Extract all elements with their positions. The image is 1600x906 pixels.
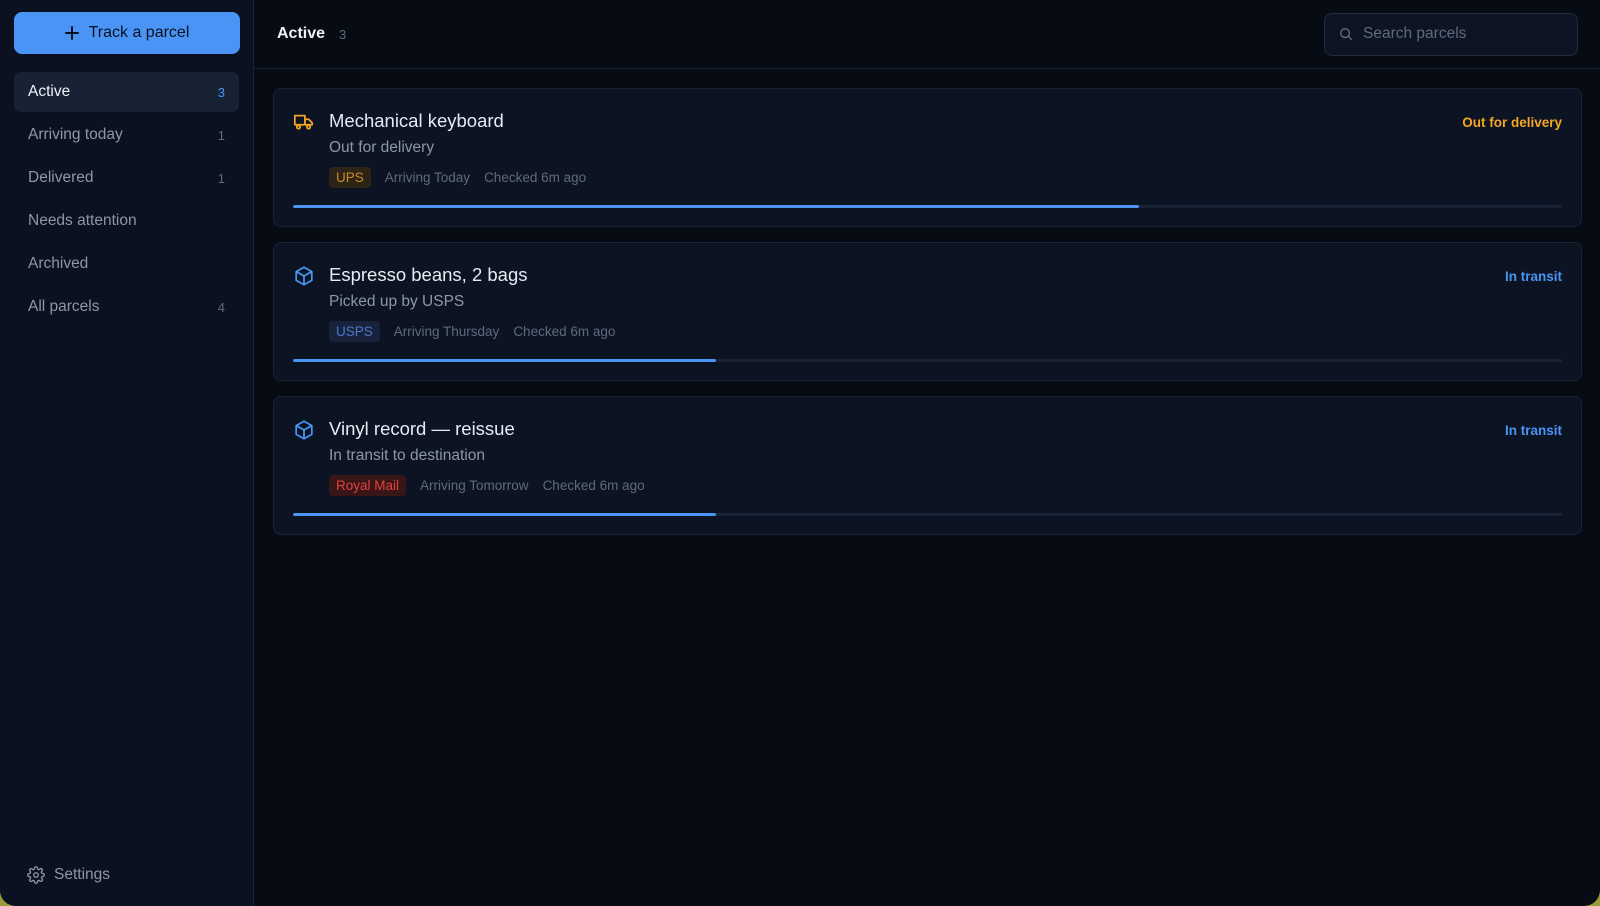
carrier-badge: UPS [329,167,371,188]
parcel-substatus: Out for delivery [329,139,435,156]
progress-bar [293,205,1562,208]
carrier-badge: USPS [329,321,380,342]
truck-icon [293,114,314,130]
sidebar-item-delivered[interactable]: Delivered 1 [14,158,239,198]
sidebar-item-count: 4 [217,299,225,315]
sidebar-item-label: Delivered [28,169,94,186]
sidebar-item-needs-attention[interactable]: Needs attention [14,201,239,241]
sidebar-item-active[interactable]: Active 3 [14,72,239,112]
sidebar-item-count: 1 [217,170,225,186]
arrival-text: Arriving Today [384,170,471,185]
sidebar-item-archived[interactable]: Archived [14,244,239,284]
sidebar-item-label: All parcels [28,298,100,315]
sidebar-item-count: 1 [217,127,225,143]
track-parcel-button[interactable]: Track a parcel [14,12,240,54]
search-icon [1340,28,1353,41]
arrival-text: Arriving Tomorrow [420,478,529,493]
checked-text: Checked 6m ago [542,478,645,493]
carrier-badge: Royal Mail [329,475,407,496]
status-label: Out for delivery [1462,115,1562,130]
gear-icon [27,866,45,884]
parcel-card[interactable]: Vinyl record — reissue In transit to des… [273,396,1582,535]
sidebar: Track a parcel Active 3 Arriving today 1… [0,0,254,906]
status-label: In transit [1504,269,1562,284]
progress-fill [293,513,716,516]
package-icon [295,266,313,286]
parcel-name: Mechanical keyboard [329,110,504,131]
sidebar-item-label: Arriving today [28,126,123,143]
app-window: Track a parcel Active 3 Arriving today 1… [0,0,1600,906]
top-bar: Active 3 [254,0,1600,69]
sidebar-item-label: Archived [28,255,89,272]
arrival-text: Arriving Thursday [393,324,500,339]
parcel-meta: UPS Arriving Today Checked 6m ago [329,167,586,188]
checked-text: Checked 6m ago [484,170,587,185]
parcel-name: Espresso beans, 2 bags [329,264,528,285]
sidebar-nav: Active 3 Arriving today 1 Delivered 1 Ne… [14,72,239,327]
settings-button[interactable]: Settings [27,866,110,884]
progress-fill [293,359,716,362]
progress-bar [293,513,1562,516]
checked-text: Checked 6m ago [513,324,616,339]
sidebar-item-all-parcels[interactable]: All parcels 4 [14,287,239,327]
parcel-list: Mechanical keyboard Out for delivery UPS… [254,69,1600,535]
search-box[interactable] [1324,12,1578,56]
parcel-meta: USPS Arriving Thursday Checked 6m ago [329,321,615,342]
settings-label: Settings [54,866,111,883]
progress-bar [293,359,1562,362]
sidebar-item-count: 3 [217,84,225,100]
page-title-count: 3 [339,26,347,42]
parcel-substatus: In transit to destination [329,447,485,464]
main-panel: Active 3 Mechanical keyboard Out fo [254,0,1600,906]
parcel-name: Vinyl record — reissue [329,418,515,439]
parcel-card[interactable]: Mechanical keyboard Out for delivery UPS… [273,88,1582,227]
track-parcel-label: Track a parcel [88,24,190,41]
parcel-substatus: Picked up by USPS [329,293,465,310]
sidebar-item-arriving-today[interactable]: Arriving today 1 [14,115,239,155]
sidebar-item-label: Needs attention [28,212,137,229]
plus-icon [64,26,79,40]
sidebar-item-label: Active [28,83,71,100]
package-icon [295,420,313,440]
parcel-meta: Royal Mail Arriving Tomorrow Checked 6m … [329,475,645,496]
page-title: Active [277,25,326,42]
parcel-card[interactable]: Espresso beans, 2 bags Picked up by USPS… [273,242,1582,381]
progress-fill [293,205,1140,208]
status-label: In transit [1504,423,1562,438]
search-input[interactable] [1363,25,1553,43]
